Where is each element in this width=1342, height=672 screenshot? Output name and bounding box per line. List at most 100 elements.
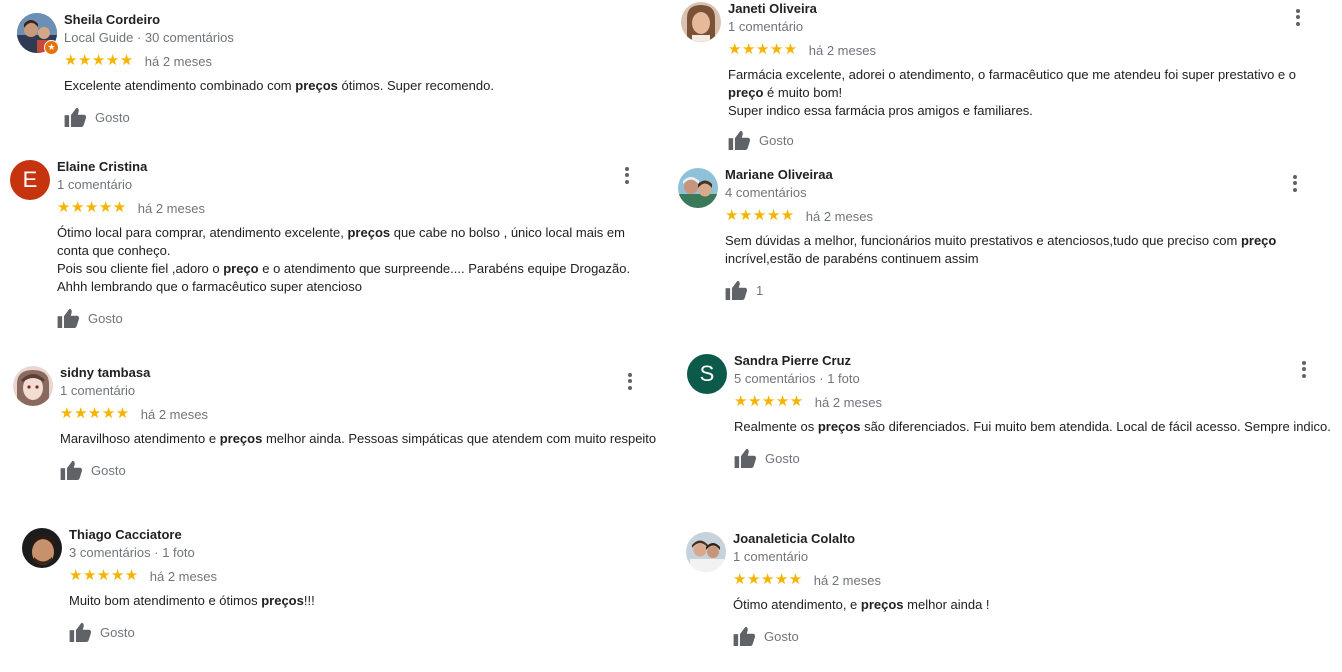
reviewer-meta: 1 comentário (57, 177, 133, 192)
reviewer-name[interactable]: Thiago Cacciatore (69, 527, 182, 542)
review-text-line: Ótimo atendimento, e preços melhor ainda… (733, 597, 990, 612)
avatar[interactable] (678, 168, 718, 208)
reviewer-meta: 1 comentário (60, 383, 136, 398)
more-options-icon[interactable] (1285, 173, 1305, 193)
rating-row: ★★★★★ há 2 meses (64, 53, 212, 69)
review-text: Realmente os preços são diferenciados. F… (734, 418, 1331, 436)
review-date: há 2 meses (144, 53, 212, 69)
review-text-line: Ahhh lembrando que o farmacêutico super … (57, 279, 362, 294)
avatar[interactable] (13, 366, 53, 406)
like-label: Gosto (759, 132, 794, 148)
avatar[interactable] (22, 528, 62, 568)
review-text-line: Excelente atendimento combinado com preç… (64, 78, 494, 93)
local-guide-star-icon: ★ (44, 40, 59, 55)
like-button[interactable]: Gosto (734, 448, 800, 468)
more-options-icon[interactable] (617, 165, 637, 185)
review-text-line: Maravilhoso atendimento e preços melhor … (60, 431, 657, 446)
avatar[interactable] (686, 532, 726, 572)
review-text: Ótimo local para comprar, atendimento ex… (57, 224, 630, 296)
avatar-letter: S (699, 361, 715, 386)
thumbs-up-icon (57, 308, 80, 328)
like-label: Gosto (100, 624, 135, 640)
review-date: há 2 meses (814, 394, 882, 410)
more-options-icon[interactable] (620, 371, 640, 391)
like-button[interactable]: Gosto (728, 130, 794, 150)
like-button[interactable]: Gosto (57, 308, 123, 328)
thumbs-up-icon (725, 280, 748, 300)
review-text-line: Farmácia excelente, adorei o atendimento… (728, 67, 1296, 82)
rating-row: ★★★★★ há 2 meses (734, 394, 882, 410)
like-button[interactable]: Gosto (733, 626, 799, 646)
review-text-line: Ótimo local para comprar, atendimento ex… (57, 225, 625, 240)
review-text-line: preço é muito bom! (728, 85, 843, 100)
like-label: Gosto (88, 310, 123, 326)
review-text-line: Muito bom atendimento e ótimos preços!!! (69, 593, 315, 608)
like-label: Gosto (95, 109, 130, 125)
review-text-line: Super indico essa farmácia pros amigos e… (728, 103, 1033, 118)
reviewer-meta: 5 comentários · 1 foto (734, 371, 860, 386)
reviewer-meta: 3 comentários · 1 foto (69, 545, 195, 560)
review-text: Muito bom atendimento e ótimos preços!!! (69, 592, 315, 610)
like-button[interactable]: Gosto (60, 460, 126, 480)
review-date: há 2 meses (813, 572, 881, 588)
five-star-rating-icon: ★★★★★ (734, 393, 804, 410)
avatar-letter: E (22, 167, 38, 192)
like-label: Gosto (764, 628, 799, 644)
review-text: Sem dúvidas a melhor, funcionários muito… (725, 232, 1276, 268)
review-text: Ótimo atendimento, e preços melhor ainda… (733, 596, 990, 614)
avatar[interactable]: S (687, 354, 727, 394)
like-label: Gosto (765, 450, 800, 466)
rating-row: ★★★★★ há 2 meses (733, 572, 881, 588)
reviewer-meta: 1 comentário (728, 19, 804, 34)
five-star-rating-icon: ★★★★★ (728, 41, 798, 58)
five-star-rating-icon: ★★★★★ (60, 405, 130, 422)
avatar-photo (13, 366, 53, 406)
five-star-rating-icon: ★★★★★ (725, 207, 795, 224)
reviewer-meta: Local Guide · 30 comentários (64, 30, 234, 45)
rating-row: ★★★★★ há 2 meses (57, 200, 205, 216)
like-button[interactable]: Gosto (69, 622, 135, 642)
reviewer-name[interactable]: Janeti Oliveira (728, 1, 817, 16)
reviewer-name[interactable]: sidny tambasa (60, 365, 150, 380)
rating-row: ★★★★★ há 2 meses (728, 42, 876, 58)
like-button[interactable]: Gosto (64, 107, 130, 127)
review-date: há 2 meses (137, 200, 205, 216)
review-text-line: Realmente os preços são diferenciados. F… (734, 419, 1331, 434)
rating-row: ★★★★★ há 2 meses (725, 208, 873, 224)
review-text-line: Sem dúvidas a melhor, funcionários muito… (725, 233, 1277, 248)
review-text: Excelente atendimento combinado com preç… (64, 77, 494, 95)
review-date: há 2 meses (805, 208, 873, 224)
review-text-line: incrível,estão de parabéns continuem ass… (725, 251, 979, 266)
review-text-line: conta que conheço. (57, 243, 171, 258)
review-text: Maravilhoso atendimento e preços melhor … (60, 430, 656, 448)
avatar-photo (686, 532, 726, 572)
like-count: 1 (756, 282, 764, 298)
reviewer-name[interactable]: Joanaleticia Colalto (733, 531, 855, 546)
thumbs-up-icon (728, 130, 751, 150)
like-label: Gosto (91, 462, 126, 478)
five-star-rating-icon: ★★★★★ (57, 199, 127, 216)
thumbs-up-icon (60, 460, 83, 480)
reviewer-meta: 4 comentários (725, 185, 807, 200)
review-date: há 2 meses (149, 568, 217, 584)
reviewer-name[interactable]: Mariane Oliveiraa (725, 167, 833, 182)
five-star-rating-icon: ★★★★★ (69, 567, 139, 584)
avatar[interactable]: E (10, 160, 50, 200)
thumbs-up-icon (64, 107, 87, 127)
avatar-photo (678, 168, 718, 208)
more-options-icon[interactable] (1288, 7, 1308, 27)
thumbs-up-icon (734, 448, 757, 468)
review-text: Farmácia excelente, adorei o atendimento… (728, 66, 1296, 120)
avatar[interactable] (681, 2, 721, 42)
like-button[interactable]: 1 (725, 280, 763, 300)
reviewer-name[interactable]: Sheila Cordeiro (64, 12, 160, 27)
avatar-photo (681, 2, 721, 42)
five-star-rating-icon: ★★★★★ (733, 571, 803, 588)
more-options-icon[interactable] (1294, 359, 1314, 379)
review-date: há 2 meses (140, 406, 208, 422)
reviewer-name[interactable]: Elaine Cristina (57, 159, 147, 174)
reviewer-name[interactable]: Sandra Pierre Cruz (734, 353, 851, 368)
rating-row: ★★★★★ há 2 meses (69, 568, 217, 584)
reviewer-meta: 1 comentário (733, 549, 809, 564)
five-star-rating-icon: ★★★★★ (64, 52, 134, 69)
